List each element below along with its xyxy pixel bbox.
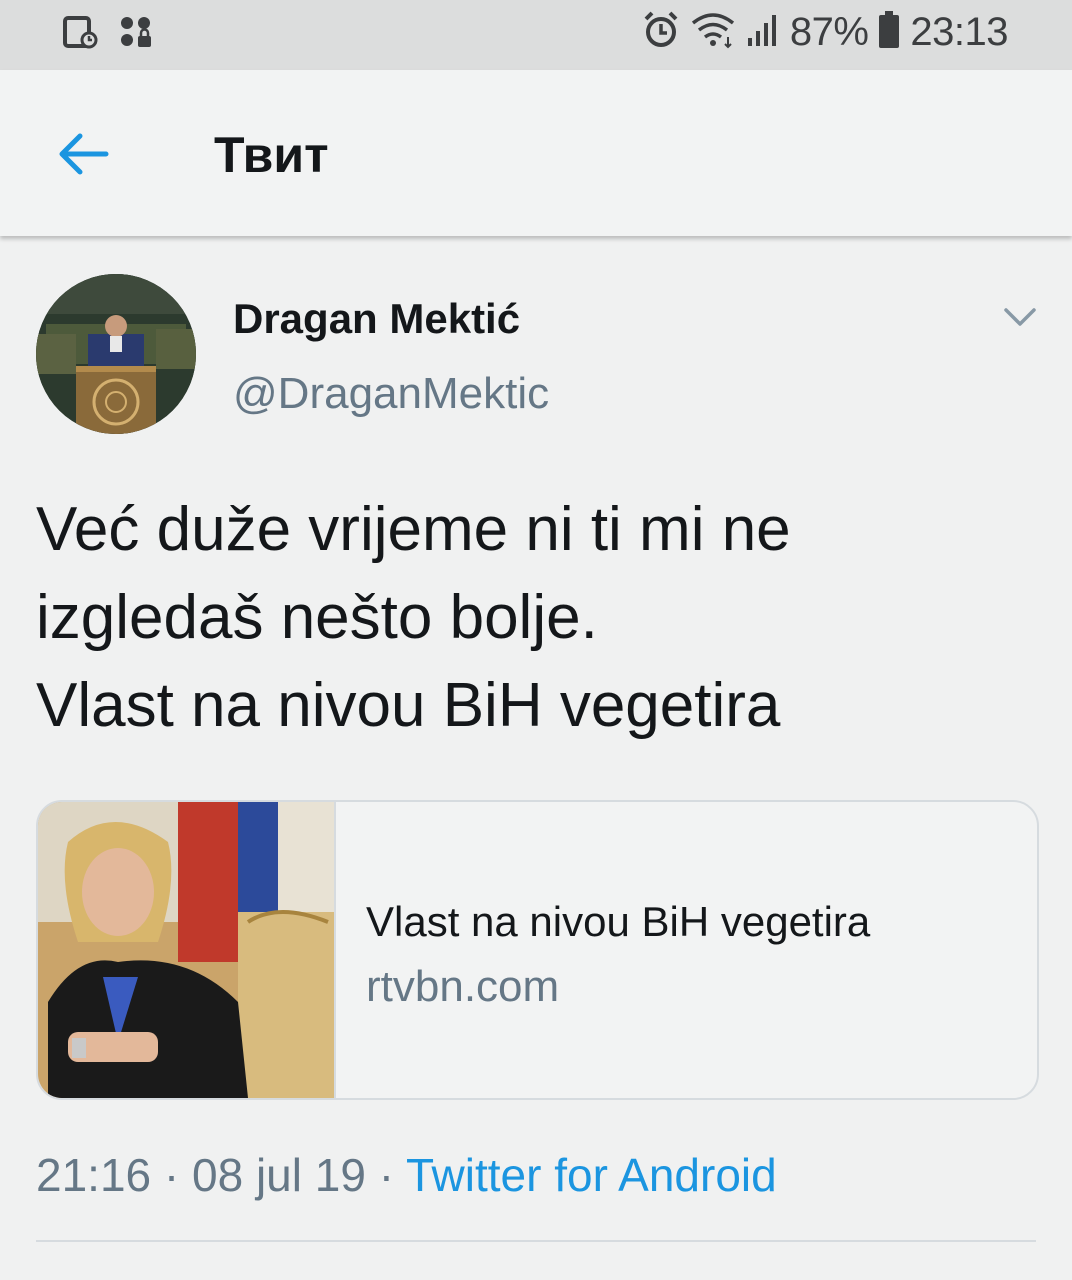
author-name[interactable]: Dragan Mektić <box>233 295 520 343</box>
page-title: Твит <box>214 127 329 183</box>
meta-separator: · <box>163 1149 180 1201</box>
divider <box>36 1240 1036 1242</box>
battery-percent: 87% <box>789 10 869 54</box>
avatar-image <box>36 274 196 434</box>
wifi-icon <box>690 11 736 54</box>
arrow-left-icon <box>59 133 109 175</box>
chevron-down-icon <box>1004 308 1036 326</box>
card-divider <box>334 802 336 1098</box>
back-button[interactable] <box>54 132 114 176</box>
alarm-icon <box>642 10 680 55</box>
clock: 23:13 <box>910 10 1008 54</box>
tweet-time: 21:16 <box>36 1149 152 1201</box>
avatar[interactable] <box>36 274 196 434</box>
tweet-text-line: Vlast na nivou BiH vegetira <box>36 671 781 740</box>
screenshot-icon <box>62 14 98 55</box>
battery-icon <box>878 10 900 55</box>
link-preview-card[interactable]: Vlast na nivou BiH vegetira rtvbn.com <box>36 800 1039 1100</box>
tweet-text: Već duže vrijeme ni ti mi ne izgledaš ne… <box>36 486 1036 750</box>
tweet-source-link[interactable]: Twitter for Android <box>406 1149 777 1201</box>
meta-separator: · <box>378 1149 395 1201</box>
card-thumbnail <box>38 802 334 1098</box>
status-bar: 87% 23:13 <box>0 0 1072 70</box>
tweet-meta: 21:16 · 08 jul 19 · Twitter for Android <box>36 1148 777 1202</box>
signal-icon <box>746 12 780 53</box>
card-title: Vlast na nivou BiH vegetira <box>366 898 871 945</box>
tweet-text-line: izgledaš nešto bolje. <box>36 583 598 652</box>
card-domain: rtvbn.com <box>366 962 560 1011</box>
top-app-bar: Твит <box>0 70 1072 236</box>
vpn-lock-icon <box>118 14 156 55</box>
tweet-menu-button[interactable] <box>1000 302 1040 332</box>
author-handle[interactable]: @DraganMektic <box>233 369 549 419</box>
tweet-date: 08 jul 19 <box>192 1149 366 1201</box>
tweet-text-line: Već duže vrijeme ni ti mi ne <box>36 495 791 564</box>
